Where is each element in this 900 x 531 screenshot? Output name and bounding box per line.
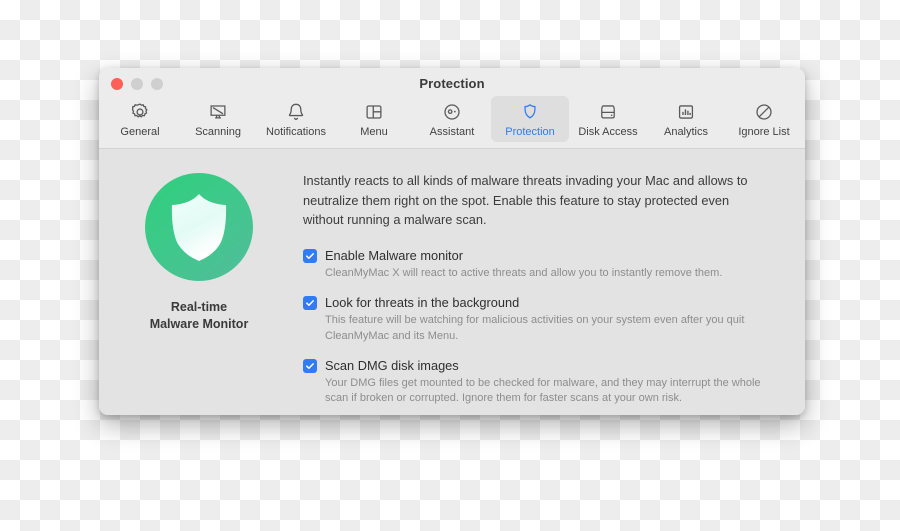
hard-drive-icon — [597, 101, 619, 123]
tab-assistant[interactable]: Assistant — [413, 96, 491, 142]
checkbox-look-for-threats-background[interactable] — [303, 295, 317, 310]
tab-label: Assistant — [429, 126, 475, 138]
settings-panel: Instantly reacts to all kinds of malware… — [299, 149, 805, 415]
tab-notifications[interactable]: Notifications — [257, 96, 335, 142]
checkbox-scan-dmg-disk-images[interactable] — [303, 358, 317, 373]
gear-icon — [129, 101, 151, 123]
option-description: CleanMyMac X will react to active threat… — [325, 266, 723, 279]
tab-protection[interactable]: Protection — [491, 96, 569, 142]
monitor-scan-icon — [207, 101, 229, 123]
window-title: Protection — [419, 76, 485, 91]
shield-icon — [171, 194, 227, 261]
real-time-monitor-badge — [145, 173, 253, 281]
tab-menu[interactable]: Menu — [335, 96, 413, 142]
tab-ignore-list[interactable]: Ignore List — [725, 96, 803, 142]
option-row[interactable]: Scan DMG disk images — [303, 358, 775, 373]
preferences-body: Real-time Malware Monitor Instantly reac… — [99, 149, 805, 415]
tab-label: Analytics — [663, 126, 709, 138]
shield-icon — [519, 101, 541, 123]
bell-icon — [285, 101, 307, 123]
window-layout-icon — [363, 101, 385, 123]
option-scan-dmg-disk-images: Scan DMG disk images Your DMG files get … — [303, 358, 775, 408]
assistant-face-icon — [441, 101, 463, 123]
option-row[interactable]: Look for threats in the background — [303, 295, 775, 310]
feature-summary-panel: Real-time Malware Monitor — [99, 149, 299, 415]
tab-label: Menu — [360, 126, 388, 138]
feature-title-line1: Real-time — [170, 300, 228, 314]
tab-scanning[interactable]: Scanning — [179, 96, 257, 142]
option-description: Your DMG files get mounted to be checked… — [325, 376, 761, 405]
feature-title-line2: Malware Monitor — [149, 316, 249, 331]
feature-title: Real-time Malware Monitor — [150, 299, 249, 333]
tab-general[interactable]: General — [101, 96, 179, 142]
option-description: This feature will be watching for malici… — [325, 313, 745, 342]
checkbox-enable-malware-monitor[interactable] — [303, 248, 317, 263]
prohibition-icon — [753, 101, 775, 123]
option-label: Enable Malware monitor — [325, 247, 463, 263]
tab-disk-access[interactable]: Disk Access — [569, 96, 647, 142]
tab-label: Scanning — [195, 126, 241, 138]
check-icon — [306, 252, 314, 259]
tab-label: Protection — [505, 126, 555, 138]
tab-label: Ignore List — [738, 126, 790, 138]
option-enable-malware-monitor: Enable Malware monitor CleanMyMac X will… — [303, 248, 775, 282]
check-icon — [306, 299, 314, 306]
tab-label: Disk Access — [578, 126, 638, 138]
option-row[interactable]: Enable Malware monitor — [303, 248, 775, 263]
tab-analytics[interactable]: Analytics — [647, 96, 725, 142]
feature-description: Instantly reacts to all kinds of malware… — [303, 173, 748, 228]
option-label: Look for threats in the background — [325, 294, 520, 310]
check-icon — [306, 362, 314, 369]
option-label: Scan DMG disk images — [325, 357, 459, 373]
bar-chart-icon — [675, 101, 697, 123]
tab-label: General — [120, 126, 160, 138]
tab-label: Notifications — [266, 126, 326, 138]
window-chrome: Protection General Scanning Notification… — [99, 68, 805, 149]
option-look-for-threats-background: Look for threats in the background This … — [303, 295, 775, 345]
preferences-toolbar: General Scanning Notifications Menu Assi… — [99, 96, 805, 142]
preferences-window: Protection General Scanning Notification… — [99, 68, 805, 415]
